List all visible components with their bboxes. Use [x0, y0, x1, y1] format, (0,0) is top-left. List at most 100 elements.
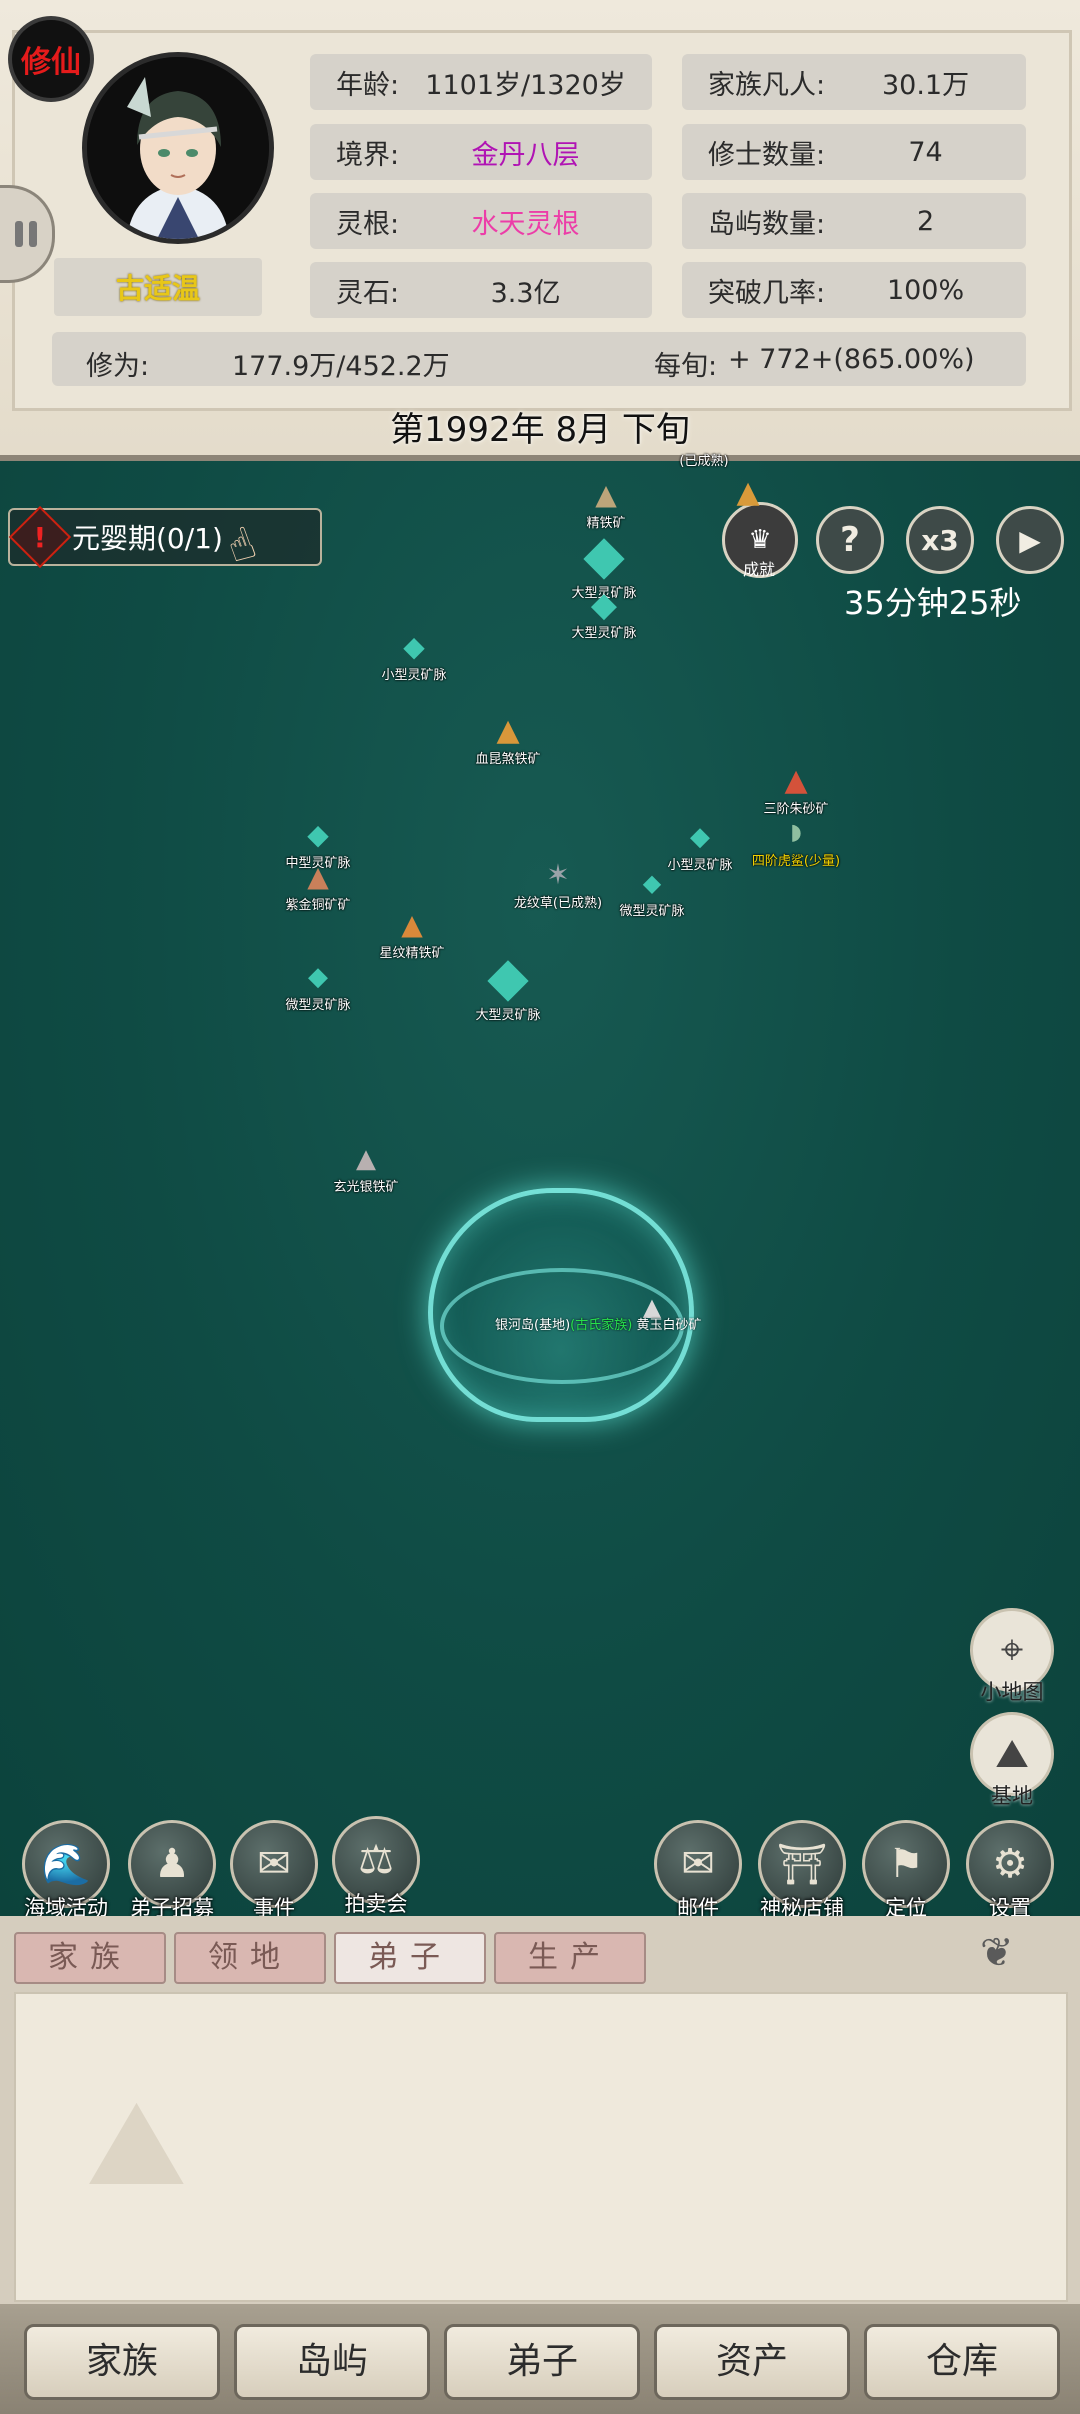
map-node[interactable]: ✶ 龙纹草(已成熟) — [514, 858, 602, 911]
quest-tracker[interactable]: ! 元婴期(0/1) — [8, 505, 322, 569]
avatar[interactable] — [82, 52, 274, 244]
stat-label: 灵石: — [336, 277, 400, 309]
mail-button[interactable]: ✉ 邮件 — [650, 1820, 746, 1922]
node-label: (已成熟) — [679, 454, 729, 469]
stat-value: 3.3亿 — [490, 277, 561, 309]
home-family-name: (古氏家族) — [570, 1318, 633, 1333]
trophy-icon: ♛ — [748, 525, 772, 555]
cultivation-label: 修为: — [86, 351, 150, 382]
session-timer: 35分钟25秒 — [844, 584, 1022, 622]
log-options-icon[interactable]: ❦ — [980, 1930, 1014, 1976]
map-node[interactable]: ▲ 紫金铜矿矿 — [285, 860, 350, 913]
ore-icon: ▲ — [595, 478, 617, 511]
help-icon: ? — [840, 520, 860, 560]
speed-label: x3 — [921, 523, 959, 557]
per-period-value: + 772+(865.00%) — [728, 344, 975, 375]
locate-button[interactable]: ⚑ 定位 — [858, 1820, 954, 1922]
node-label: 大型灵矿脉 — [571, 626, 637, 641]
speed-button[interactable]: x3 — [906, 506, 974, 574]
map-node[interactable]: ▲ 星纹精铁矿 — [379, 908, 444, 961]
nav-islands[interactable]: 岛屿 — [234, 2324, 430, 2400]
per-period-label: 每旬: — [654, 351, 718, 382]
crystal-icon: ◆ — [307, 962, 328, 992]
stat-label: 灵根: — [336, 208, 400, 240]
settings-button[interactable]: ⚙ 设置 — [962, 1820, 1058, 1922]
warning-icon: ! — [8, 505, 72, 569]
map-node[interactable]: ▲ 血昆煞铁矿 — [475, 713, 540, 768]
game-date: 第1992年 8月 下旬 — [390, 410, 690, 450]
play-icon: ▶ — [1019, 523, 1041, 557]
quest-text: 元婴期(0/1) — [72, 522, 223, 555]
node-label: 微型灵矿脉 — [619, 904, 685, 919]
action-label: 拍卖会 — [344, 1892, 408, 1916]
node-label: 小型灵矿脉 — [381, 668, 447, 683]
nav-warehouse[interactable]: 仓库 — [864, 2324, 1060, 2400]
home-island-name: 银河岛(基地) — [495, 1318, 571, 1333]
node-label: 微型灵矿脉 — [285, 998, 351, 1013]
crystal-icon: ◆ — [590, 585, 618, 625]
sea-events-button[interactable]: 🌊 海域活动 — [18, 1820, 114, 1922]
stat-mortals: 家族凡人: 30.1万 — [682, 54, 1026, 110]
stat-islands: 岛屿数量: 2 — [682, 193, 1026, 249]
base-label: 基地 — [991, 1784, 1033, 1808]
stat-value: 100% — [886, 274, 965, 306]
stat-value: 30.1万 — [881, 69, 970, 101]
minimap-button[interactable]: ⌖ 小地图 — [964, 1608, 1060, 1706]
stat-value: 金丹八层 — [471, 139, 580, 171]
stat-spirit-root: 灵根: 水天灵根 — [310, 193, 652, 249]
stat-value: 74 — [908, 136, 943, 168]
tab-disciples[interactable]: 弟子 — [334, 1932, 486, 1984]
crystal-icon: ◆ — [689, 822, 710, 852]
events-button[interactable]: ✉ 事件 — [226, 1820, 322, 1922]
stat-cultivators: 修士数量: 74 — [682, 124, 1026, 180]
nav-disciples[interactable]: 弟子 — [444, 2324, 640, 2400]
stat-label: 年龄: — [336, 69, 400, 101]
map-node[interactable]: ▲ — [736, 476, 759, 510]
mystic-shop-button[interactable]: ⛩ 神秘店铺 — [754, 1820, 850, 1922]
map-node[interactable]: ▲ 玄光银铁矿 — [333, 1142, 398, 1195]
play-button[interactable]: ▶ — [996, 506, 1064, 574]
ore-icon: ▲ — [736, 475, 760, 510]
stat-label: 家族凡人: — [708, 69, 826, 101]
map-node[interactable]: ◆ 小型灵矿脉 — [381, 630, 446, 683]
crystal-icon: ◆ — [307, 818, 329, 851]
node-label: 玄光银铁矿 — [333, 1180, 399, 1195]
help-button[interactable]: ? — [816, 506, 884, 574]
home-island-label[interactable]: 银河岛(基地)(古氏家族) 黄玉白砂矿 — [495, 1314, 701, 1333]
nav-assets[interactable]: 资产 — [654, 2324, 850, 2400]
log-content[interactable]: ⛰ — [14, 1992, 1068, 2302]
stat-label: 境界: — [336, 139, 400, 171]
ore-icon: ▲ — [401, 908, 423, 941]
stat-breakthrough: 突破几率: 100% — [682, 262, 1026, 318]
tab-production[interactable]: 生产 — [494, 1932, 646, 1984]
map-node[interactable]: ▲ 三阶朱砂矿 — [763, 764, 829, 818]
stat-label: 修士数量: — [708, 139, 826, 171]
map-node[interactable]: (已成熟) — [679, 450, 728, 469]
game-badge[interactable]: 修仙 — [12, 20, 90, 98]
map-node[interactable]: ◆ 大型灵矿脉 — [475, 950, 540, 1024]
player-name[interactable]: 古适温 — [54, 258, 262, 316]
recruit-button[interactable]: ♟ 弟子招募 — [124, 1820, 220, 1922]
ore-icon: ▲ — [496, 713, 520, 748]
node-label: 龙纹草(已成熟) — [513, 896, 603, 911]
stat-value: 1101岁/1320岁 — [425, 69, 626, 101]
node-label: 三阶朱砂矿 — [763, 802, 829, 817]
stat-spirit-stone: 灵石: 3.3亿 — [310, 262, 652, 318]
cultivation-value: 177.9万/452.2万 — [232, 351, 450, 382]
map-node[interactable]: ◆ 微型灵矿脉 — [619, 866, 684, 919]
achievement-label: 成就 — [742, 560, 775, 579]
map-node[interactable]: ◗ 四阶虎鲨(少量) — [752, 816, 840, 869]
base-button[interactable]: ⛰ 基地 — [964, 1712, 1060, 1810]
map-node[interactable]: ◆ 微型灵矿脉 — [285, 960, 350, 1013]
tab-family[interactable]: 家族 — [14, 1932, 166, 1984]
stat-realm: 境界: 金丹八层 — [310, 124, 652, 180]
ore-icon: ▲ — [355, 1144, 376, 1174]
nav-family[interactable]: 家族 — [24, 2324, 220, 2400]
minimap-label: 小地图 — [980, 1680, 1044, 1704]
cultivation-bar: 修为: 177.9万/452.2万 每旬: + 772+(865.00%) — [52, 332, 1026, 386]
auction-button[interactable]: ⚖ 拍卖会 — [328, 1816, 424, 1918]
map-node[interactable]: ◆ 大型灵矿脉 — [571, 588, 636, 641]
mountain-watermark-icon: ⛰ — [86, 2074, 187, 2213]
ore-icon: ▲ — [307, 860, 329, 893]
tab-territory[interactable]: 领地 — [174, 1932, 326, 1984]
